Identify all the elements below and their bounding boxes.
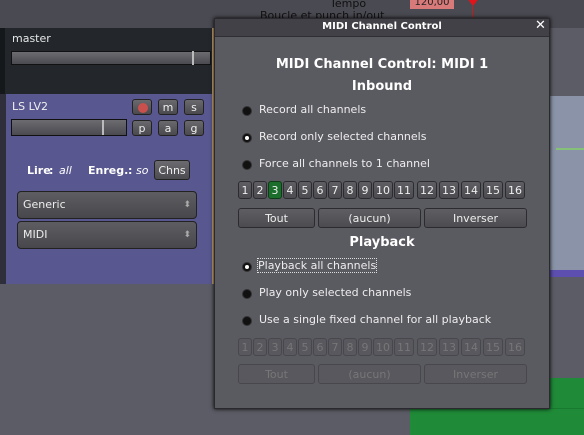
- tempo-marker[interactable]: 120,00: [410, 0, 454, 9]
- inbound-channel-13[interactable]: 13: [439, 181, 459, 199]
- master-fader[interactable]: [11, 51, 211, 65]
- track-fader-knob[interactable]: [102, 120, 104, 135]
- playback-channel-16[interactable]: 16: [505, 338, 525, 356]
- record-value: so: [136, 164, 149, 177]
- playback-channel-2[interactable]: 2: [253, 338, 267, 356]
- inbound-none-button[interactable]: (aucun): [318, 208, 421, 228]
- updown-icon: ⬍: [183, 230, 191, 240]
- inbound-channel-14[interactable]: 14: [461, 181, 481, 199]
- master-fader-knob[interactable]: [192, 51, 194, 65]
- output-dropdown[interactable]: MIDI ⬍: [17, 221, 197, 249]
- output-dropdown-value: MIDI: [23, 228, 48, 241]
- playback-channel-9[interactable]: 9: [358, 338, 372, 356]
- radio-playback-all-label[interactable]: Playback all channels: [256, 258, 378, 273]
- inbound-channel-2[interactable]: 2: [253, 181, 267, 199]
- inbound-channel-12[interactable]: 12: [417, 181, 437, 199]
- playback-channel-15[interactable]: 15: [483, 338, 503, 356]
- inbound-channel-10[interactable]: 10: [373, 181, 393, 199]
- dialog-title: MIDI Channel Control: [322, 21, 442, 32]
- playback-value: all: [59, 164, 72, 177]
- radio-record-all-label[interactable]: Record all channels: [259, 103, 366, 116]
- inbound-channel-15[interactable]: 15: [483, 181, 503, 199]
- playback-channel-11[interactable]: 11: [394, 338, 414, 356]
- group-button[interactable]: g: [184, 120, 204, 136]
- radio-record-all[interactable]: [242, 106, 252, 116]
- inbound-channel-row: 1 2 3 4 5 6 7 8 9 10 11 12 13 14 15 16: [238, 181, 528, 201]
- radio-single-channel-label[interactable]: Use a single fixed channel for all playb…: [259, 313, 491, 326]
- playback-channel-5[interactable]: 5: [298, 338, 312, 356]
- inbound-channel-5[interactable]: 5: [298, 181, 312, 199]
- inbound-channel-7[interactable]: 7: [328, 181, 342, 199]
- playback-channel-6[interactable]: 6: [313, 338, 327, 356]
- radio-record-selected[interactable]: [242, 133, 252, 143]
- radio-playback-all[interactable]: [242, 262, 252, 272]
- colon: :: [49, 164, 54, 177]
- playback-channel-12[interactable]: 12: [417, 338, 437, 356]
- inbound-all-button[interactable]: Tout: [238, 208, 315, 228]
- radio-record-selected-label[interactable]: Record only selected channels: [259, 130, 426, 143]
- solo-button[interactable]: s: [184, 99, 204, 115]
- track-name[interactable]: LS LV2: [12, 100, 48, 113]
- inbound-channel-11[interactable]: 11: [394, 181, 414, 199]
- playback-channel-row: 1 2 3 4 5 6 7 8 9 10 11 12 13 14 15 16: [238, 338, 528, 358]
- radio-play-selected-label[interactable]: Play only selected channels: [259, 286, 411, 299]
- playback-all-button[interactable]: Tout: [238, 364, 315, 384]
- mute-button[interactable]: m: [158, 99, 178, 115]
- playback-channel-14[interactable]: 14: [461, 338, 481, 356]
- inbound-channel-1[interactable]: 1: [238, 181, 252, 199]
- radio-play-selected[interactable]: [242, 289, 252, 299]
- inbound-channel-3[interactable]: 3: [268, 181, 282, 199]
- playhead-icon[interactable]: [466, 0, 480, 6]
- playback-none-button[interactable]: (aucun): [318, 364, 421, 384]
- inbound-invert-button[interactable]: Inverser: [424, 208, 527, 228]
- note-mark: [556, 148, 584, 150]
- updown-icon: ⬍: [183, 200, 191, 210]
- playlist-button[interactable]: p: [132, 120, 152, 136]
- track-fader[interactable]: [11, 119, 127, 136]
- playback-channel-7[interactable]: 7: [328, 338, 342, 356]
- inbound-channel-16[interactable]: 16: [505, 181, 525, 199]
- dialog-heading: MIDI Channel Control: MIDI 1: [275, 57, 489, 72]
- input-dropdown[interactable]: Generic ⬍: [17, 191, 197, 219]
- playback-channel-8[interactable]: 8: [343, 338, 357, 356]
- automation-button[interactable]: a: [158, 120, 178, 136]
- radio-single-channel[interactable]: [242, 316, 252, 326]
- radio-force-channel[interactable]: [242, 160, 252, 170]
- inbound-channel-6[interactable]: 6: [313, 181, 327, 199]
- channels-button[interactable]: Chns: [154, 160, 190, 180]
- playback-channel-10[interactable]: 10: [373, 338, 393, 356]
- playback-heading: Playback: [349, 235, 415, 250]
- input-dropdown-value: Generic: [23, 198, 66, 211]
- inbound-channel-9[interactable]: 9: [358, 181, 372, 199]
- track-lane-border: [550, 270, 584, 277]
- playback-channel-1[interactable]: 1: [238, 338, 252, 356]
- radio-force-channel-label[interactable]: Force all channels to 1 channel: [259, 157, 430, 170]
- playback-label: Lire: [27, 164, 51, 177]
- playback-channel-3[interactable]: 3: [268, 338, 282, 356]
- inbound-heading: Inbound: [351, 79, 413, 94]
- colon: :: [128, 164, 133, 177]
- inbound-channel-8[interactable]: 8: [343, 181, 357, 199]
- record-label: Enreg.: [88, 164, 129, 177]
- playback-invert-button[interactable]: Inverser: [424, 364, 527, 384]
- track-lane[interactable]: [550, 96, 584, 276]
- record-icon: [138, 103, 148, 113]
- close-icon[interactable]: ✕: [535, 18, 546, 33]
- master-name[interactable]: master: [12, 32, 51, 45]
- inbound-channel-4[interactable]: 4: [283, 181, 297, 199]
- playback-channel-13[interactable]: 13: [439, 338, 459, 356]
- playback-channel-4[interactable]: 4: [283, 338, 297, 356]
